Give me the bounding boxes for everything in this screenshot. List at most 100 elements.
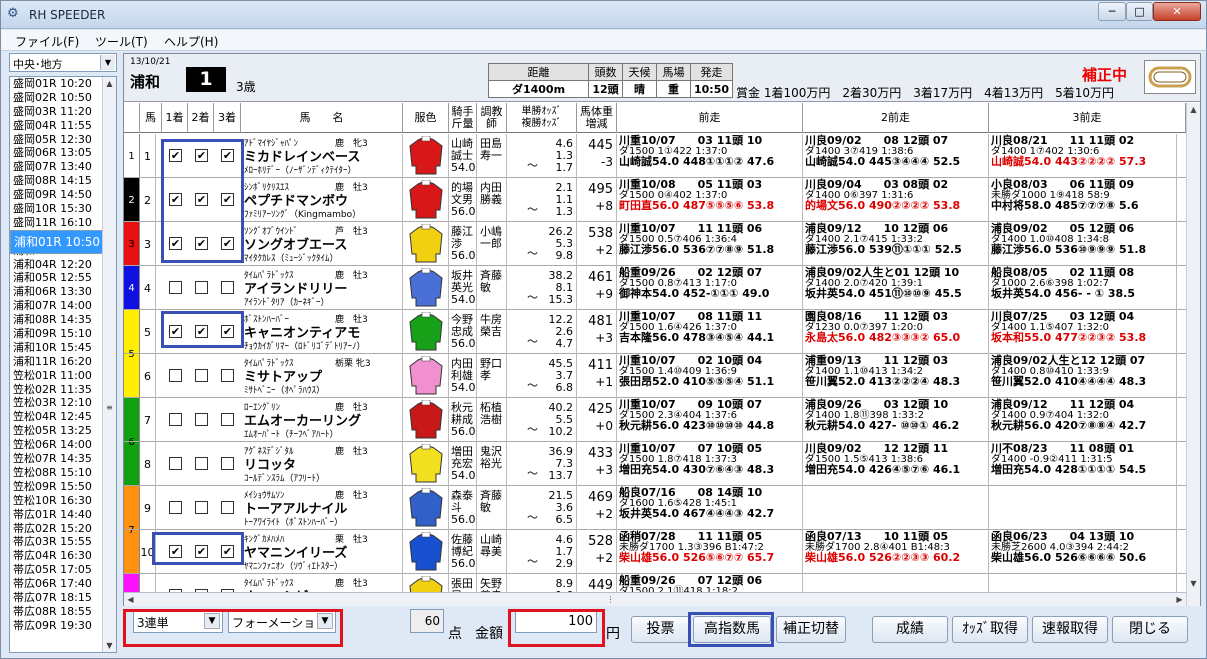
menu-tools[interactable]: ツール(T) xyxy=(95,33,148,50)
place-3-checkbox[interactable] xyxy=(221,501,234,514)
quick-report-button[interactable]: 速報取得 xyxy=(1032,616,1108,643)
past-race-3[interactable]: 川良08/21 11 11頭 02 ダ1400 1⑦402 1:30:6 山崎誠54… xyxy=(989,134,1177,178)
horse-name-cell[interactable]: ｷﾝｸﾞｶﾒﾊﾒﾊ栗 牡3 ヤマニンイリーズ ﾔﾏﾆﾝﾌｧﾆｵﾝ（ｿｳﾞｨｴﾄｽﾀｰ… xyxy=(241,530,403,574)
race-list-item[interactable]: 帯広04R 16:30 xyxy=(10,549,103,563)
table-vertical-scrollbar[interactable]: ▲ ▼ xyxy=(1186,103,1200,606)
place-2-checkbox[interactable] xyxy=(195,413,208,426)
race-list-item[interactable]: 盛岡02R 10:50 xyxy=(10,91,103,105)
past-race-2[interactable]: 園良08/16 11 12頭 03 ダ1230 0.0⑦397 1:20:0 永島太… xyxy=(803,310,989,354)
race-list-item[interactable]: 盛岡04R 11:55 xyxy=(10,119,103,133)
past-race-1[interactable]: 川重10/08 05 11頭 03 ダ1500 0④402 1:37:0 町田直56… xyxy=(617,178,803,222)
past-race-3[interactable]: 函良06/23 04 13頭 10 未勝芝2600 4.0③394 2:44:2 柴… xyxy=(989,530,1177,574)
race-list-item[interactable]: 浦和06R 13:30 xyxy=(10,285,103,299)
odds-fetch-button[interactable]: ｵｯｽﾞ取得 xyxy=(952,616,1028,643)
past-race-3[interactable]: 浦良09/12 11 12頭 04 ダ1400 0.9⑦404 1:32:0 秋元耕… xyxy=(989,398,1177,442)
race-list-item[interactable]: 笠松05R 13:25 xyxy=(10,424,103,438)
past-race-1[interactable]: 船良07/16 08 14頭 10 ダ1600 1.6⑤428 1:45:1 坂井英… xyxy=(617,486,803,530)
scroll-down-icon[interactable]: ▼ xyxy=(1187,577,1200,590)
horse-name-cell[interactable]: ﾀｲﾑﾊﾟﾗﾄﾞｯｸｽ 栃栗 牝3 ミサトアップ ﾐｻﾄﾍﾞﾆｰ（ｵﾍﾟﾗﾊｳｽ） xyxy=(241,354,403,398)
past-race-3[interactable] xyxy=(989,574,1177,592)
race-list-item[interactable]: 帯広08R 18:55 xyxy=(10,605,103,619)
scroll-up-icon[interactable]: ▲ xyxy=(103,77,116,90)
race-list-scrollbar[interactable]: ▲ ≡ ▼ xyxy=(102,77,116,652)
race-list-item[interactable]: 盛岡07R 13:40 xyxy=(10,160,103,174)
race-list-item[interactable]: 盛岡06R 13:05 xyxy=(10,146,103,160)
horse-name-cell[interactable]: ｼﾝﾎﾞﾘｸﾘｽｴｽ鹿 牡3 ペプチドマンボウ ﾌｧﾐﾘｱｰｿﾝｸﾞ（Kingmam… xyxy=(241,178,403,222)
race-list-item[interactable]: 帯広03R 15:55 xyxy=(10,535,103,549)
place-1-checkbox[interactable] xyxy=(169,369,182,382)
past-race-2[interactable]: 函良07/13 10 11頭 05 未勝ダ1700 2.8④401 B1:48:3… xyxy=(803,530,989,574)
close-button[interactable]: 閉じる xyxy=(1112,616,1188,643)
horse-name-cell[interactable]: ﾒｲｼｮｳｻﾑｿﾝ鹿 牡3 トーアアルナイル ﾄｰｱﾜｲﾗｲﾄ（ﾎﾞｽﾄﾝﾊｰﾊﾞｰ… xyxy=(241,486,403,530)
race-list-item[interactable]: 帯広06R 17:40 xyxy=(10,577,103,591)
scroll-grip-icon[interactable]: ≡ xyxy=(103,401,116,414)
scroll-up-icon[interactable]: ▲ xyxy=(1187,103,1200,116)
race-list-item[interactable]: 笠松07R 14:35 xyxy=(10,452,103,466)
race-list-item[interactable]: 浦和10R 15:45 xyxy=(10,341,103,355)
past-race-1[interactable]: 川重10/07 07 10頭 05 ダ1500 1.8⑦418 1:37:3 増田充… xyxy=(617,442,803,486)
race-list-item[interactable]: 笠松10R 16:30 xyxy=(10,494,103,508)
race-list-item[interactable]: 帯広02R 15:20 xyxy=(10,522,103,536)
race-list-item[interactable]: 盛岡05R 12:30 xyxy=(10,133,103,147)
place-1-checkbox[interactable] xyxy=(169,281,182,294)
race-list-item[interactable]: 浦和04R 12:20 xyxy=(10,258,103,272)
past-race-1[interactable]: 川重10/07 08 11頭 11 ダ1500 1.6④426 1:37:0 吉本隆… xyxy=(617,310,803,354)
menu-file[interactable]: ファイル(F) xyxy=(15,33,79,50)
place-2-checkbox[interactable] xyxy=(195,369,208,382)
race-list-item[interactable]: 盛岡11R 16:10 xyxy=(10,216,103,230)
past-race-1[interactable]: 船重09/26 07 12頭 06 ダ1500 2.1⑪418 1:18:2 xyxy=(617,574,803,592)
correction-toggle-button[interactable]: 補正切替 xyxy=(776,616,846,643)
race-list-item[interactable]: 浦和07R 14:00 xyxy=(10,299,103,313)
race-list-item[interactable]: 浦和01R 10:50 xyxy=(10,229,105,254)
race-list-item[interactable]: 笠松08R 15:10 xyxy=(10,466,103,480)
horse-name-cell[interactable]: ﾀｲﾑﾊﾟﾗﾄﾞｯｸｽ鹿 牡3 アイランドリリー ｱｲﾗﾝﾄﾞﾀﾘｱ（ｶｰﾈｷﾞｰ） xyxy=(241,266,403,310)
past-race-2[interactable]: 浦良09/02人生と01 12頭 10 ダ1400 2.0⑦420 1:39:1 坂… xyxy=(803,266,989,310)
race-list-item[interactable]: 笠松09R 15:50 xyxy=(10,480,103,494)
vote-button[interactable]: 投票 xyxy=(631,616,690,643)
past-race-1[interactable]: 函稍07/28 11 11頭 05 未勝ダ1700 1.3③396 B1:47:2… xyxy=(617,530,803,574)
race-list-item[interactable]: 浦和08R 14:35 xyxy=(10,313,103,327)
horse-name-cell[interactable]: ﾎﾞｽﾄﾝﾊｰﾊﾞｰ鹿 牡3 キャニオンティアモ ﾁｮｳｶｲｶﾞﾘﾏｰ（ﾛﾄﾞﾘｺﾞ… xyxy=(241,310,403,354)
place-2-checkbox[interactable] xyxy=(195,457,208,470)
horse-name-cell[interactable]: ﾛｰｴﾝｸﾞﾘﾝ鹿 牡3 エムオーカーリング ｴﾑｵｰﾊﾟｰﾄ（ﾁｰﾌﾍﾞｱﾊｰﾄ） xyxy=(241,398,403,442)
place-3-checkbox[interactable] xyxy=(221,281,234,294)
past-race-2[interactable]: 川良09/02 08 12頭 07 ダ1400 3⑦419 1:38:6 山崎誠54… xyxy=(803,134,989,178)
past-race-1[interactable]: 川重10/07 09 10頭 07 ダ1500 2.3④404 1:37:6 秋元耕… xyxy=(617,398,803,442)
horse-name-cell[interactable]: ｱｸﾞﾈｽﾃﾞｼﾞﾀﾙ鹿 牡3 リコッタ ｺｰﾙﾃﾞﾝｽﾗﾑ（ｱﾌﾘｰﾄ） xyxy=(241,442,403,486)
past-race-2[interactable] xyxy=(803,574,989,592)
place-1-checkbox[interactable] xyxy=(169,457,182,470)
region-select[interactable]: 中央･地方 ▼ xyxy=(9,53,117,72)
race-list-item[interactable]: 帯広07R 18:15 xyxy=(10,591,103,605)
race-list-item[interactable]: 笠松02R 11:35 xyxy=(10,383,103,397)
scroll-down-icon[interactable]: ▼ xyxy=(103,639,116,652)
race-list[interactable]: 盛岡01R 10:20 盛岡02R 10:50 盛岡03R 11:20 盛岡04R 1… xyxy=(9,76,117,653)
maximize-button[interactable]: □ xyxy=(1126,2,1153,21)
race-list-item[interactable]: 盛岡03R 11:20 xyxy=(10,105,103,119)
race-list-item[interactable]: 笠松04R 12:45 xyxy=(10,410,103,424)
race-list-item[interactable]: 笠松03R 12:10 xyxy=(10,396,103,410)
race-list-item[interactable]: 盛岡09R 14:50 xyxy=(10,188,103,202)
race-list-item[interactable]: 盛岡01R 10:20 xyxy=(10,77,103,91)
race-list-item[interactable]: 笠松01R 11:00 xyxy=(10,369,103,383)
horse-name-cell[interactable]: ﾀｲﾑﾊﾟﾗﾄﾞｯｸｽ鹿 牡3ナェーシビュー xyxy=(241,574,403,592)
past-race-2[interactable]: 浦良09/26 03 12頭 10 ダ1400 1.8⑪398 1:33:2 秋元耕… xyxy=(803,398,989,442)
place-3-checkbox[interactable] xyxy=(221,369,234,382)
scroll-left-icon[interactable]: ◀ xyxy=(124,593,137,606)
past-race-2[interactable]: 川良09/02 12 12頭 11 ダ1500 1.5⑤413 1:38:6 増田充… xyxy=(803,442,989,486)
results-button[interactable]: 成績 xyxy=(872,616,948,643)
race-list-item[interactable]: 帯広01R 14:40 xyxy=(10,508,103,522)
past-race-3[interactable]: 浦良09/02人生と12 12頭 07 ダ1400 0.8⑩410 1:33:9 笹… xyxy=(989,354,1177,398)
race-list-item[interactable]: 盛岡08R 14:15 xyxy=(10,174,103,188)
place-2-checkbox[interactable] xyxy=(195,501,208,514)
past-race-1[interactable]: 川重10/07 11 11頭 06 ダ1500 0.5⑦406 1:36:4 藤江渉… xyxy=(617,222,803,266)
race-list-item[interactable]: 笠松06R 14:00 xyxy=(10,438,103,452)
past-race-1[interactable]: 川重10/07 02 10頭 04 ダ1500 1.4⑩409 1:36:9 張田昂… xyxy=(617,354,803,398)
past-race-3[interactable]: 浦良09/02 05 12頭 06 ダ1400 1.0⑩408 1:34:8 藤江渉… xyxy=(989,222,1177,266)
place-3-checkbox[interactable] xyxy=(221,413,234,426)
past-race-2[interactable]: 川良09/04 03 08頭 02 ダ1400 0⑥397 1:31:6 的場文56… xyxy=(803,178,989,222)
race-list-item[interactable]: 浦和09R 15:10 xyxy=(10,327,103,341)
table-horizontal-scrollbar[interactable]: ◀ ⋮ ▶ xyxy=(124,592,1186,606)
horse-name-cell[interactable]: ｱﾄﾞﾏｲﾔｼﾞｬﾊﾟﾝ鹿 牝3 ミカドレインベース ﾒﾛｰﾎﾘﾃﾞｰ（ﾉｰｻﾞﾝﾃ… xyxy=(241,134,403,178)
past-race-3[interactable]: 船良08/05 02 11頭 08 ダ1000 2.6⑥398 1:02:7 坂井英… xyxy=(989,266,1177,310)
past-race-2[interactable]: 浦重09/13 11 12頭 03 ダ1400 1.1⑩413 1:34:2 笹川翼… xyxy=(803,354,989,398)
